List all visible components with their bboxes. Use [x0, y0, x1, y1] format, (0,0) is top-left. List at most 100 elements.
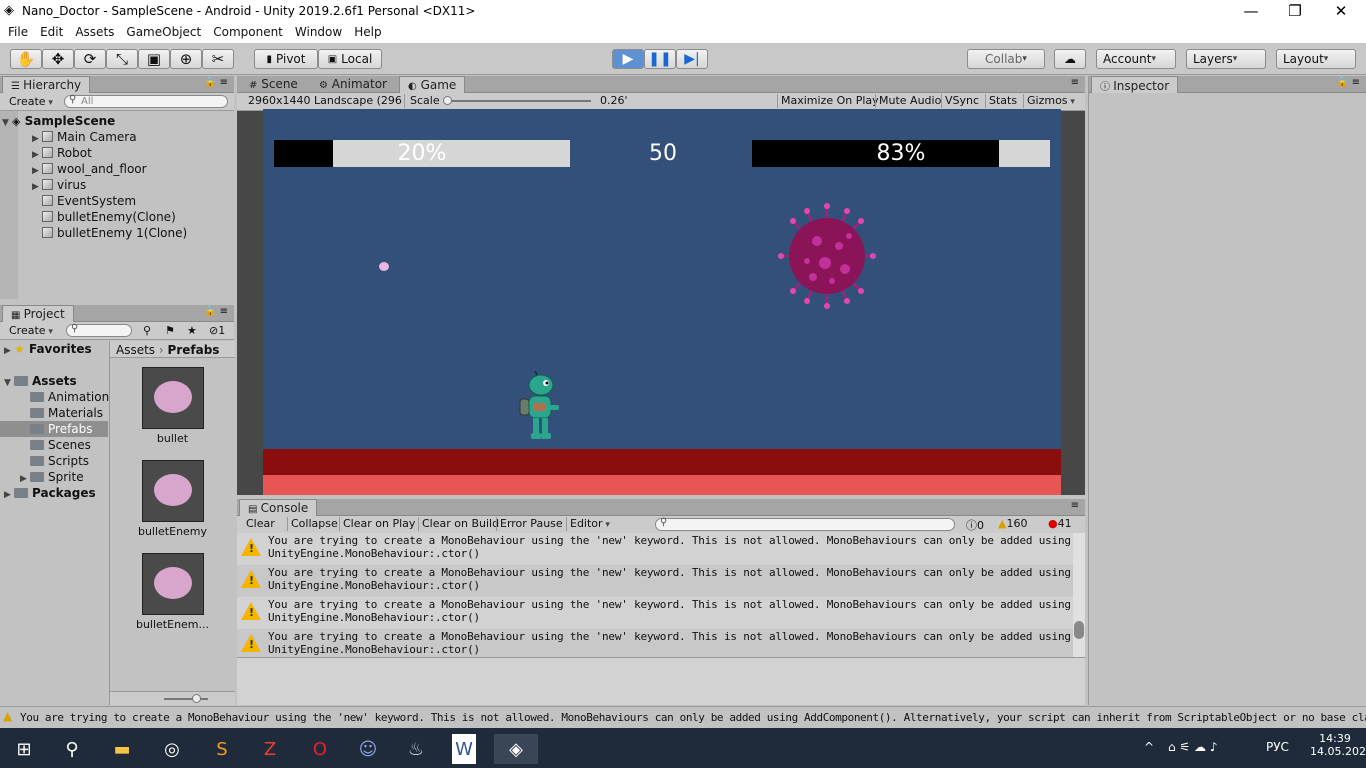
game-viewport[interactable]: 20% 50 83% [263, 109, 1061, 495]
folder-item[interactable]: ▶ Sprite [20, 469, 84, 485]
rect-tool-icon[interactable]: ▣ [138, 49, 170, 69]
file-explorer-icon[interactable]: ▬ [104, 734, 140, 764]
editor-dropdown[interactable]: Editor [566, 517, 613, 531]
menu-help[interactable]: Help [352, 23, 387, 43]
status-bar[interactable]: ▲ You are trying to create a MonoBehavio… [0, 706, 1366, 728]
hand-tool-icon[interactable]: ✋ [10, 49, 42, 69]
project-search-input[interactable] [66, 323, 132, 337]
mute-audio-toggle[interactable]: Mute Audio [875, 94, 944, 108]
tab-animator[interactable]: ⚙ Animator [311, 76, 395, 93]
folder-item-selected[interactable]: Prefabs [0, 421, 108, 437]
favorites-folder[interactable]: ▶ ★ Favorites [4, 341, 92, 357]
tab-game[interactable]: ◐ Game [399, 76, 466, 93]
menu-edit[interactable]: Edit [38, 23, 69, 43]
panel-menu-icon[interactable]: 🔒 ≡ [204, 306, 228, 317]
folder-item[interactable]: Materials [30, 405, 103, 421]
scene-root[interactable]: ▼ ◈ SampleScene [2, 113, 115, 129]
panel-menu-icon[interactable]: 🔒 ≡ [204, 77, 228, 88]
collapse-toggle[interactable]: Collapse [287, 517, 341, 531]
filter-type-icon[interactable]: ⚲ [140, 324, 154, 338]
local-toggle[interactable]: ▣ Local [318, 49, 382, 69]
stats-toggle[interactable]: Stats [985, 94, 1020, 108]
hierarchy-item[interactable]: ▶ Main Camera [32, 129, 137, 145]
play-button[interactable]: ▶ [612, 49, 644, 69]
layers-dropdown[interactable]: Layers [1186, 49, 1266, 69]
error-pause-toggle[interactable]: Error Pause [496, 517, 566, 531]
breadcrumb-prefabs[interactable]: Prefabs [168, 343, 220, 357]
opera-icon[interactable]: O [302, 734, 338, 764]
hierarchy-item[interactable]: EventSystem [42, 193, 136, 209]
folder-item[interactable]: Scenes [30, 437, 91, 453]
steam-icon[interactable]: ♨ [398, 734, 434, 764]
layout-dropdown[interactable]: Layout [1276, 49, 1356, 69]
clear-on-build-toggle[interactable]: Clear on Build [418, 517, 502, 531]
hidden-packages-icon[interactable]: ⊘1 [206, 324, 228, 338]
hierarchy-item[interactable]: ▶ Robot [32, 145, 92, 161]
word-icon[interactable]: W [452, 734, 476, 764]
media-player-icon[interactable]: ◎ [154, 734, 190, 764]
info-filter-toggle[interactable]: ⓘ0 [963, 517, 987, 532]
menu-file[interactable]: File [6, 23, 34, 43]
transform-tool-icon[interactable]: ⊕ [170, 49, 202, 69]
step-button[interactable]: ▶| [676, 49, 708, 69]
pivot-toggle[interactable]: ▮ Pivot [254, 49, 318, 69]
warning-filter-toggle[interactable]: ▲160 [995, 517, 1030, 531]
console-entry[interactable]: You are trying to create a MonoBehaviour… [237, 533, 1085, 565]
windows-start-icon[interactable]: ⊞ [6, 734, 42, 764]
menu-assets[interactable]: Assets [73, 23, 120, 43]
vsync-toggle[interactable]: VSync [941, 94, 982, 108]
tray-chevron-icon[interactable]: ^ [1144, 740, 1154, 754]
project-create-dropdown[interactable]: Create [6, 324, 56, 338]
prefab-thumbnail[interactable] [142, 367, 204, 429]
error-filter-toggle[interactable]: ●41 [1045, 517, 1075, 531]
panel-menu-icon[interactable]: ≡ [1071, 77, 1079, 88]
console-entry[interactable]: You are trying to create a MonoBehaviour… [237, 565, 1085, 597]
hierarchy-item[interactable]: ▶ virus [32, 177, 86, 193]
prefab-thumbnail[interactable] [142, 553, 204, 615]
star-icon[interactable]: ★ [184, 324, 200, 338]
close-button[interactable]: ✕ [1318, 2, 1364, 20]
sublime-icon[interactable]: S [204, 734, 240, 764]
packages-folder[interactable]: ▶ Packages [4, 485, 96, 501]
unity-taskbar-icon[interactable]: ◈ [494, 734, 538, 764]
custom-tool-icon[interactable]: ✂ [202, 49, 234, 69]
clear-button[interactable]: Clear [243, 517, 278, 531]
hierarchy-create-dropdown[interactable]: Create [6, 95, 56, 109]
folder-item[interactable]: Animation [30, 389, 109, 405]
hierarchy-item[interactable]: ▶ wool_and_floor [32, 161, 147, 177]
gizmos-dropdown[interactable]: Gizmos [1023, 94, 1078, 108]
clear-on-play-toggle[interactable]: Clear on Play [339, 517, 418, 531]
rotate-tool-icon[interactable]: ⟳ [74, 49, 106, 69]
language-indicator[interactable]: РУС [1266, 740, 1289, 754]
panel-menu-icon[interactable]: 🔒 ≡ [1336, 77, 1360, 88]
filter-label-icon[interactable]: ⚑ [162, 324, 178, 338]
cloud-icon[interactable]: ☁ [1054, 49, 1086, 69]
menu-component[interactable]: Component [211, 23, 289, 43]
filezilla-icon[interactable]: Z [252, 734, 288, 764]
tab-hierarchy[interactable]: ☰ Hierarchy [2, 76, 91, 93]
console-entry[interactable]: You are trying to create a MonoBehaviour… [237, 597, 1085, 629]
console-search-input[interactable] [655, 517, 955, 531]
hierarchy-item[interactable]: bulletEnemy(Clone) [42, 209, 176, 225]
tab-scene[interactable]: # Scene [241, 76, 306, 93]
tab-project[interactable]: ▦ Project [2, 305, 74, 322]
discord-icon[interactable]: ☺ [350, 734, 386, 764]
scale-tool-icon[interactable]: ⤡ [106, 49, 138, 69]
collab-dropdown[interactable]: Collab [967, 49, 1045, 69]
folder-item[interactable]: Scripts [30, 453, 89, 469]
menu-gameobject[interactable]: GameObject [124, 23, 207, 43]
hierarchy-item[interactable]: bulletEnemy 1(Clone) [42, 225, 187, 241]
pause-button[interactable]: ❚❚ [644, 49, 676, 69]
maximize-button[interactable]: ❐ [1272, 2, 1318, 20]
account-dropdown[interactable]: Account [1096, 49, 1176, 69]
tab-inspector[interactable]: ⓘ Inspector [1091, 76, 1179, 93]
breadcrumb-assets[interactable]: Assets [116, 343, 155, 357]
tab-console[interactable]: ▤ Console [239, 499, 318, 516]
hierarchy-search-input[interactable]: All [64, 94, 228, 108]
panel-menu-icon[interactable]: ≡ [1071, 500, 1079, 511]
tray-icons[interactable]: ⌂ ⚟ ☁ ♪ [1168, 740, 1217, 754]
clock[interactable]: 14:39 14.05.2020 [1310, 732, 1366, 758]
console-scrollbar[interactable] [1073, 533, 1085, 657]
menu-window[interactable]: Window [293, 23, 348, 43]
assets-folder[interactable]: ▼ Assets [4, 373, 77, 389]
